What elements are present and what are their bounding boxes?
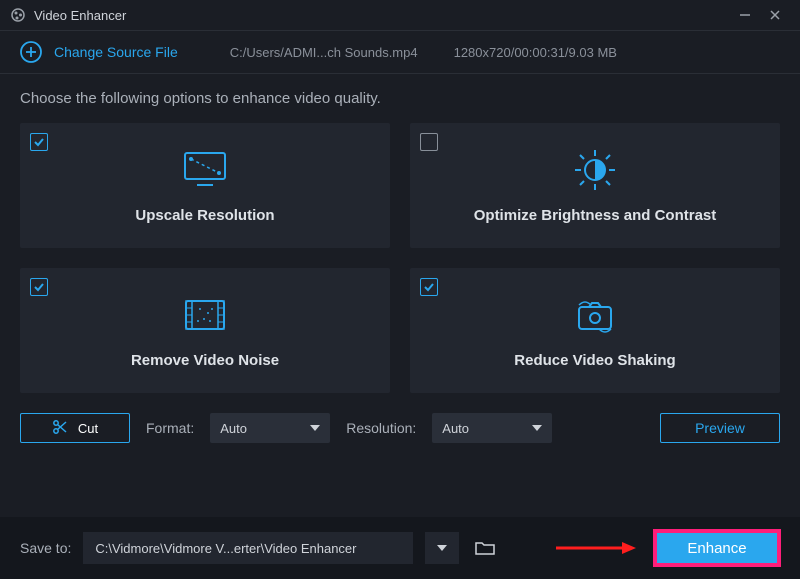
card-label: Optimize Brightness and Contrast xyxy=(474,207,717,224)
titlebar: Video Enhancer xyxy=(0,0,800,30)
source-row: Change Source File C:/Users/ADMI...ch So… xyxy=(0,31,800,73)
chevron-down-icon xyxy=(310,425,320,431)
close-button[interactable] xyxy=(760,0,790,30)
footer-bar: Save to: C:\Vidmore\Vidmore V...erter\Vi… xyxy=(0,517,800,579)
card-label: Upscale Resolution xyxy=(135,207,274,224)
enhance-options-grid: Upscale Resolution Optimize Brightness a… xyxy=(0,117,800,405)
card-label: Reduce Video Shaking xyxy=(514,352,675,369)
instruction-text: Choose the following options to enhance … xyxy=(0,74,800,117)
card-remove-noise[interactable]: Remove Video Noise xyxy=(20,268,390,393)
brightness-contrast-icon xyxy=(571,147,619,193)
source-path: C:/Users/ADMI...ch Sounds.mp4 xyxy=(230,45,418,60)
preview-button[interactable]: Preview xyxy=(660,413,780,443)
window-title: Video Enhancer xyxy=(34,8,730,23)
card-label: Remove Video Noise xyxy=(131,352,279,369)
checkbox-icon[interactable] xyxy=(30,278,48,296)
card-upscale-resolution[interactable]: Upscale Resolution xyxy=(20,123,390,248)
cut-button[interactable]: Cut xyxy=(20,413,130,443)
source-meta: 1280x720/00:00:31/9.03 MB xyxy=(454,45,617,60)
browse-folder-button[interactable] xyxy=(471,534,499,562)
format-label: Format: xyxy=(146,420,194,436)
cut-label: Cut xyxy=(78,421,98,436)
save-path-value: C:\Vidmore\Vidmore V...erter\Video Enhan… xyxy=(95,541,356,556)
minimize-button[interactable] xyxy=(730,0,760,30)
chevron-down-icon xyxy=(532,425,542,431)
chevron-down-icon xyxy=(437,545,447,551)
checkbox-icon[interactable] xyxy=(420,133,438,151)
format-dropdown[interactable]: Auto xyxy=(210,413,330,443)
card-optimize-brightness[interactable]: Optimize Brightness and Contrast xyxy=(410,123,780,248)
annotation-arrow xyxy=(556,538,636,558)
app-icon xyxy=(10,7,26,23)
resolution-label: Resolution: xyxy=(346,420,416,436)
enhance-label: Enhance xyxy=(687,540,746,557)
checkbox-icon[interactable] xyxy=(30,133,48,151)
controls-row: Cut Format: Auto Resolution: Auto Previe… xyxy=(0,405,800,461)
scissors-icon xyxy=(52,419,68,438)
film-noise-icon xyxy=(180,292,230,338)
change-source-link[interactable]: Change Source File xyxy=(54,44,178,60)
camera-shake-icon xyxy=(567,292,623,338)
format-value: Auto xyxy=(220,421,247,436)
save-path-field[interactable]: C:\Vidmore\Vidmore V...erter\Video Enhan… xyxy=(83,532,413,564)
monitor-resolution-icon xyxy=(179,147,231,193)
save-path-dropdown[interactable] xyxy=(425,532,459,564)
preview-label: Preview xyxy=(695,420,745,436)
resolution-value: Auto xyxy=(442,421,469,436)
card-reduce-shaking[interactable]: Reduce Video Shaking xyxy=(410,268,780,393)
checkbox-icon[interactable] xyxy=(420,278,438,296)
add-file-button[interactable] xyxy=(20,41,42,63)
saveto-label: Save to: xyxy=(20,540,71,556)
resolution-dropdown[interactable]: Auto xyxy=(432,413,552,443)
enhance-button[interactable]: Enhance xyxy=(654,530,780,566)
